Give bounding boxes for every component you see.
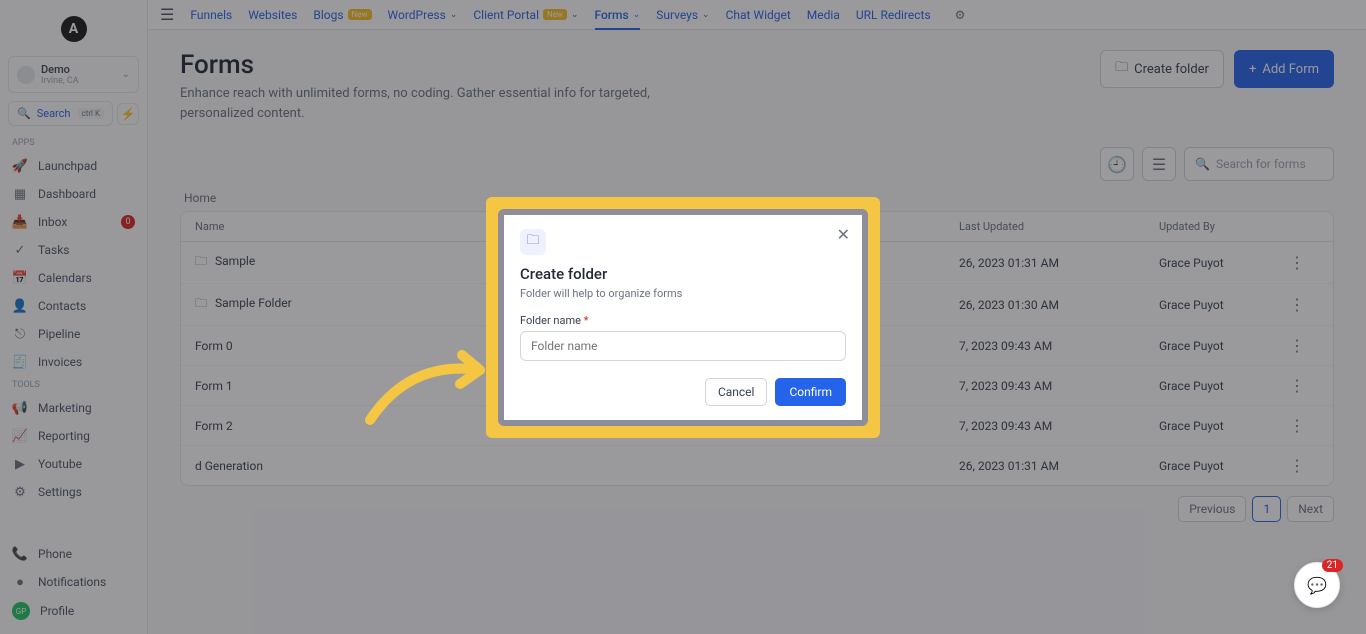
chat-icon: 💬 — [1307, 576, 1327, 595]
confirm-button[interactable]: Confirm — [775, 378, 846, 406]
folder-name-input[interactable] — [520, 331, 846, 361]
close-icon[interactable]: ✕ — [837, 225, 850, 244]
cancel-button[interactable]: Cancel — [705, 378, 768, 406]
chat-widget-button[interactable]: 💬 21 — [1294, 562, 1340, 608]
annotation-highlight: 🗀 ✕ Create folder Folder will help to or… — [486, 197, 880, 438]
chat-badge: 21 — [1322, 559, 1343, 572]
folder-name-label: Folder name * — [520, 314, 846, 327]
folder-modal-icon: 🗀 — [520, 229, 546, 255]
create-folder-modal: 🗀 ✕ Create folder Folder will help to or… — [498, 209, 868, 426]
modal-subtitle: Folder will help to organize forms — [520, 287, 846, 300]
modal-title: Create folder — [520, 265, 846, 283]
